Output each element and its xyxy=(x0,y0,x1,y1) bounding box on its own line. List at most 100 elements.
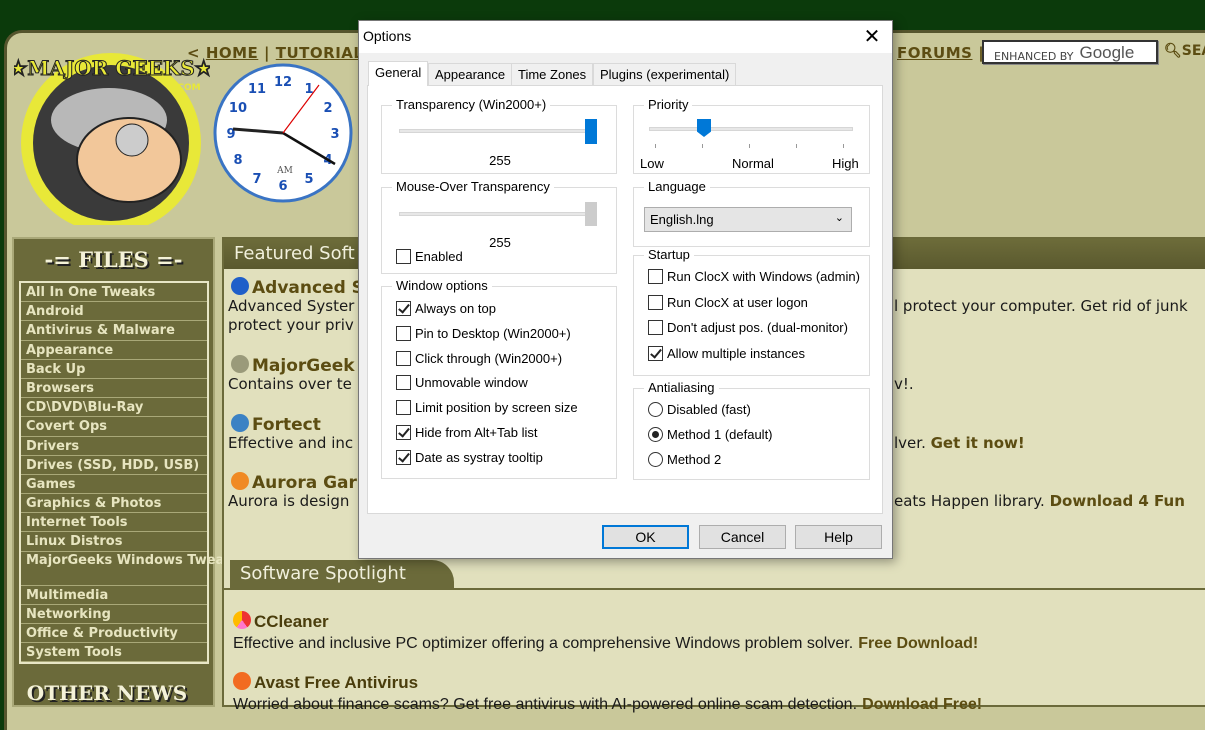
checkbox-label: Click through (Win2000+) xyxy=(415,350,563,366)
spotlight-title[interactable]: Avast Free Antivirus xyxy=(254,673,418,692)
checkbox-box[interactable] xyxy=(648,294,663,310)
featured-desc: Contains over te xyxy=(228,375,352,393)
transparency-slider-thumb[interactable] xyxy=(585,119,597,144)
cancel-button[interactable]: Cancel xyxy=(699,525,786,549)
files-category-link[interactable]: Graphics & Photos xyxy=(21,494,207,514)
antialiasing-radio[interactable]: Method 2 xyxy=(648,452,721,467)
search-button[interactable]: 🔍︎SEA xyxy=(1164,43,1205,59)
files-category-link[interactable]: Internet Tools xyxy=(21,513,207,533)
divider xyxy=(224,588,1205,590)
files-category-link[interactable]: Multimedia xyxy=(21,586,207,605)
close-icon[interactable]: ✕ xyxy=(860,24,884,49)
files-category-link[interactable]: Android xyxy=(21,302,207,322)
group-label: Antialiasing xyxy=(644,380,719,395)
files-category-link[interactable]: System Tools xyxy=(21,643,207,663)
help-button[interactable]: Help xyxy=(795,525,882,549)
option-checkbox[interactable]: Always on top xyxy=(396,301,496,316)
transparency-slider[interactable] xyxy=(399,129,591,133)
tab-plugins[interactable]: Plugins (experimental) xyxy=(593,63,737,85)
files-category-link[interactable]: Office & Productivity xyxy=(21,624,207,644)
radio-circle[interactable] xyxy=(648,402,663,417)
featured-item-title[interactable]: Advanced S xyxy=(231,277,364,298)
tab-time-zones[interactable]: Time Zones xyxy=(511,63,594,85)
files-category-link[interactable]: Covert Ops xyxy=(21,417,207,437)
radio-circle[interactable] xyxy=(648,427,663,442)
files-category-link[interactable]: Appearance xyxy=(21,341,207,360)
option-checkbox[interactable]: Unmovable window xyxy=(396,375,528,391)
dialog-titlebar[interactable]: Options xyxy=(359,21,892,53)
checkbox-box[interactable] xyxy=(396,449,411,465)
option-checkbox[interactable]: Allow multiple instances xyxy=(648,345,805,361)
enabled-checkbox[interactable]: Enabled xyxy=(396,249,463,264)
files-category-link[interactable]: Games xyxy=(21,475,207,495)
spotlight-download-link[interactable]: Free Download! xyxy=(858,635,978,652)
group-label: Priority xyxy=(644,97,693,112)
tab-general[interactable]: General xyxy=(368,61,429,86)
files-category-link[interactable]: Back Up xyxy=(21,360,207,379)
antialiasing-radio[interactable]: Disabled (fast) xyxy=(648,402,751,417)
radio-circle[interactable] xyxy=(648,452,663,467)
featured-desc: Advanced Syster xyxy=(228,297,355,315)
group-label: Language xyxy=(644,179,710,194)
files-category-link[interactable]: Antivirus & Malware xyxy=(21,321,207,341)
files-category-link[interactable]: MajorGeeks Windows Tweaks xyxy=(21,552,241,586)
logo-image: ★MAJOR GEEKS★ .COM xyxy=(9,53,213,233)
checkbox-box[interactable] xyxy=(396,350,411,366)
svg-text:★MAJOR GEEKS★: ★MAJOR GEEKS★ xyxy=(14,56,210,80)
checkbox-box[interactable] xyxy=(396,301,411,316)
checkbox-box[interactable] xyxy=(648,345,663,361)
language-group: Language English.lng ⌄ xyxy=(633,179,870,247)
featured-download-link[interactable]: Get it now! xyxy=(931,434,1025,452)
featured-item-title[interactable]: Fortect xyxy=(231,414,321,435)
files-category-link[interactable]: CD\DVD\Blu-Ray xyxy=(21,398,207,418)
spotlight-download-link[interactable]: Download Free! xyxy=(862,696,982,713)
software-icon xyxy=(231,414,249,432)
checkbox-box[interactable] xyxy=(396,425,411,440)
featured-desc-right: l protect your computer. Get rid of junk xyxy=(894,297,1188,315)
antialiasing-group: Antialiasing Disabled (fast) Method 1 (de… xyxy=(633,380,870,480)
search-input[interactable]: ENHANCED BY Google xyxy=(982,40,1158,64)
featured-desc-fragment: v!. xyxy=(894,375,914,393)
files-category-link[interactable]: Drives (SSD, HDD, USB) xyxy=(21,456,207,475)
radio-label: Method 2 xyxy=(667,452,722,467)
checkbox-box[interactable] xyxy=(396,400,411,416)
option-checkbox[interactable]: Click through (Win2000+) xyxy=(396,350,563,366)
featured-desc-right: eats Happen library. Download 4 Fun xyxy=(894,492,1185,510)
files-category-link[interactable]: All In One Tweaks xyxy=(21,283,207,303)
option-checkbox[interactable]: Run ClocX at user logon xyxy=(648,294,808,310)
priority-slider[interactable] xyxy=(649,127,853,131)
language-select[interactable]: English.lng ⌄ xyxy=(644,207,852,232)
featured-item-title[interactable]: MajorGeek xyxy=(231,355,355,376)
checkbox-box[interactable] xyxy=(648,269,663,284)
option-checkbox[interactable]: Date as systray tooltip xyxy=(396,449,543,465)
files-header: -= FILES =- xyxy=(44,247,183,272)
nav-forums-link[interactable]: FORUMS xyxy=(897,44,972,62)
option-checkbox[interactable]: Run ClocX with Windows (admin) xyxy=(648,269,860,284)
majorgeeks-logo[interactable]: ★MAJOR GEEKS★ .COM xyxy=(9,45,213,233)
nav-home-link[interactable]: HOME xyxy=(206,44,258,62)
featured-item-title[interactable]: Aurora Gar xyxy=(231,472,357,493)
files-category-link[interactable]: Linux Distros xyxy=(21,532,207,552)
antialiasing-radio[interactable]: Method 1 (default) xyxy=(648,427,773,442)
clock-number: 8 xyxy=(233,153,242,168)
ok-button[interactable]: OK xyxy=(602,525,689,549)
files-category-link[interactable]: Networking xyxy=(21,605,207,624)
option-checkbox[interactable]: Pin to Desktop (Win2000+) xyxy=(396,325,571,341)
option-checkbox[interactable]: Don't adjust pos. (dual-monitor) xyxy=(648,320,848,335)
tab-appearance[interactable]: Appearance xyxy=(428,63,513,85)
checkbox-box[interactable] xyxy=(648,320,663,335)
mouse-over-slider[interactable] xyxy=(399,212,591,216)
checkbox-box[interactable] xyxy=(396,375,411,391)
option-checkbox[interactable]: Hide from Alt+Tab list xyxy=(396,425,537,440)
checkbox-box[interactable] xyxy=(396,325,411,341)
checkbox-box[interactable] xyxy=(396,249,411,264)
clock-number: 7 xyxy=(252,172,261,187)
option-checkbox[interactable]: Limit position by screen size xyxy=(396,400,578,416)
spotlight-title[interactable]: CCleaner xyxy=(254,612,329,631)
top-nav-right: FORUMS | xyxy=(897,44,984,62)
featured-download-link[interactable]: Download 4 Fun xyxy=(1050,492,1185,510)
mouse-over-slider-thumb[interactable] xyxy=(585,202,597,226)
files-category-link[interactable]: Browsers xyxy=(21,379,207,399)
files-category-link[interactable]: Drivers xyxy=(21,437,207,456)
priority-slider-thumb[interactable] xyxy=(697,119,711,137)
